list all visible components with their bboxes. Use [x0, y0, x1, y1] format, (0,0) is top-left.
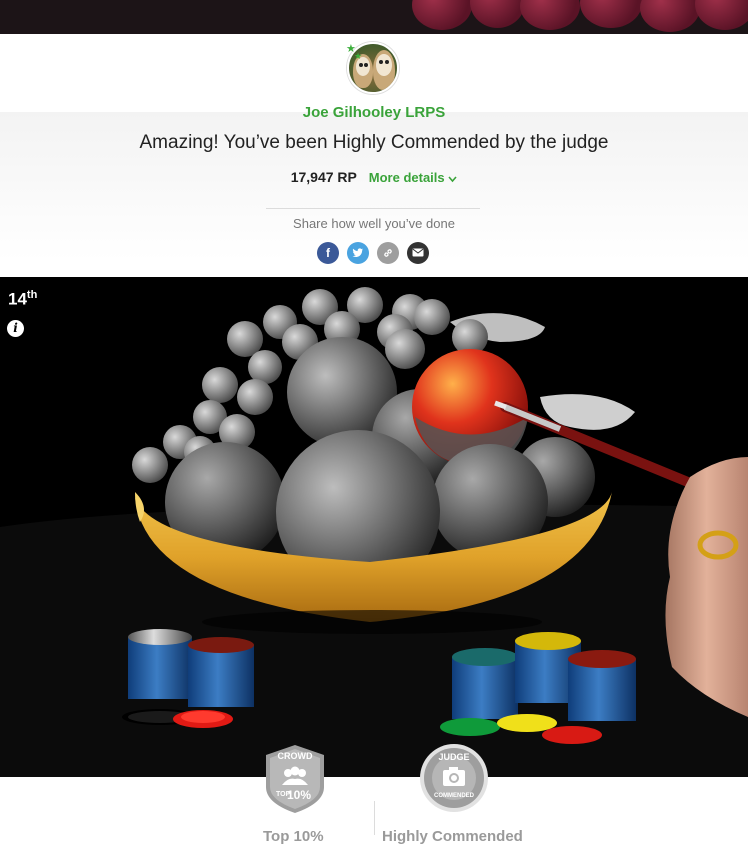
points-row: 17,947 RP More details [0, 169, 748, 186]
star-icon: ★ [354, 51, 363, 61]
crowd-award-label: Top 10% [263, 828, 324, 845]
rank-number: 14 [8, 289, 27, 309]
more-details-label: More details [368, 170, 445, 185]
awards-bar: CROWD TOP 10% JUDGE COMMENDED Top 10% Hi… [0, 744, 748, 852]
judge-award-label: Highly Commended [382, 828, 523, 845]
divider [266, 208, 480, 209]
judge-badge-title: JUDGE [438, 752, 470, 762]
divider [374, 801, 375, 835]
rank-suffix: th [26, 289, 38, 301]
more-details-link[interactable]: More details [369, 170, 457, 185]
link-icon[interactable] [377, 242, 399, 264]
facebook-icon[interactable]: f [317, 242, 339, 264]
result-card: ★ ★ Joe Gilhooley LRPS Amazing! You’ve b… [0, 34, 748, 277]
reward-points: 17,947 RP [290, 169, 357, 185]
crowd-badge-pct: 10% [287, 788, 312, 802]
crowd-badge[interactable]: CROWD TOP 10% [262, 743, 328, 815]
share-icons: f [317, 242, 429, 264]
rank-position: 14th [8, 289, 37, 310]
username[interactable]: Joe Gilhooley LRPS [0, 104, 748, 121]
result-headline: Amazing! You’ve been Highly Commended by… [139, 132, 609, 153]
share-label: Share how well you’ve done [293, 216, 455, 231]
twitter-icon[interactable] [347, 242, 369, 264]
info-icon[interactable]: i [7, 320, 24, 337]
previous-photo-strip [0, 0, 748, 34]
still-life-image [0, 287, 748, 777]
crowd-badge-title: CROWD [277, 751, 313, 761]
email-icon[interactable] [407, 242, 429, 264]
judge-badge[interactable]: JUDGE COMMENDED [419, 743, 489, 813]
judge-badge-sub: COMMENDED [434, 793, 474, 799]
entry-photo[interactable]: 14th i [0, 277, 748, 777]
chevron-down-icon [448, 171, 457, 186]
